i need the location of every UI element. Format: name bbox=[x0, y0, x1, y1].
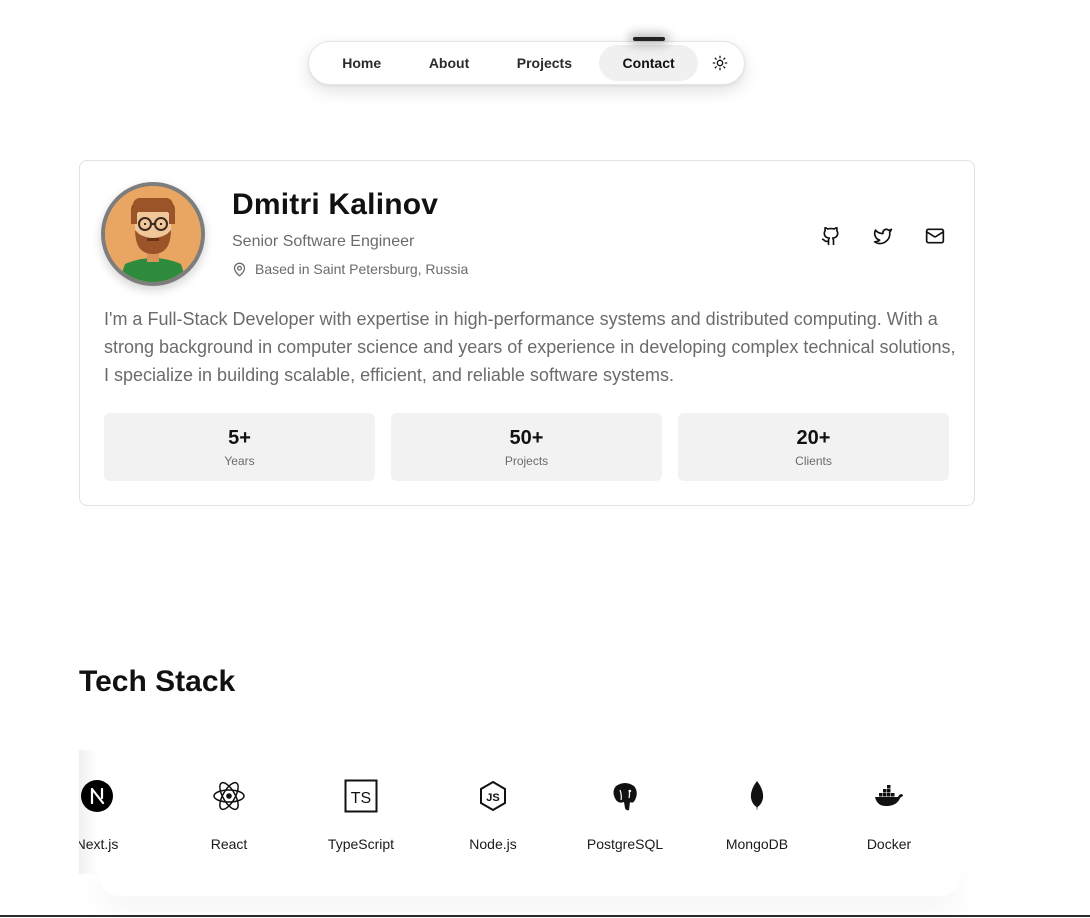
twitter-link[interactable] bbox=[866, 219, 900, 253]
tech-stack-marquee: Next.js React TS TypeScript JS Node.js P… bbox=[79, 750, 975, 874]
typescript-icon: TS bbox=[343, 778, 379, 814]
stat-label: Projects bbox=[504, 453, 549, 468]
profile-role: Senior Software Engineer bbox=[232, 233, 415, 250]
tech-item-nodejs: JS Node.js bbox=[427, 778, 559, 852]
svg-text:JS: JS bbox=[486, 792, 499, 804]
nav-about[interactable]: About bbox=[408, 45, 489, 81]
docker-icon bbox=[871, 778, 907, 814]
nav-contact[interactable]: Contact bbox=[598, 37, 699, 81]
main-nav: Home About Projects Contact bbox=[308, 37, 745, 85]
profile-name: Dmitri Kalinov bbox=[232, 188, 439, 221]
tech-item-nextjs: Next.js bbox=[79, 778, 163, 852]
active-indicator bbox=[632, 37, 665, 41]
github-icon bbox=[821, 226, 839, 246]
tech-stack-title: Tech Stack bbox=[79, 665, 236, 698]
postgresql-icon bbox=[607, 778, 643, 814]
nav-home[interactable]: Home bbox=[315, 45, 408, 81]
email-link[interactable] bbox=[918, 219, 952, 253]
profile-location: Based in Saint Petersburg, Russia bbox=[232, 261, 468, 277]
tech-label: MongoDB bbox=[725, 836, 789, 852]
tech-label: PostgreSQL bbox=[586, 836, 664, 852]
nextjs-icon bbox=[79, 778, 115, 814]
tech-item-mongodb: MongoDB bbox=[691, 778, 823, 852]
stat-value: 20+ bbox=[796, 426, 831, 449]
nav-projects-label: Projects bbox=[516, 55, 572, 71]
tech-item-postgresql: PostgreSQL bbox=[559, 778, 691, 852]
nav-about-label: About bbox=[428, 55, 470, 71]
profile-bio: I'm a Full-Stack Developer with expertis… bbox=[104, 309, 956, 385]
svg-text:TS: TS bbox=[351, 790, 371, 807]
nav-contact-label: Contact bbox=[622, 55, 675, 71]
react-icon bbox=[211, 778, 247, 814]
sun-icon bbox=[712, 55, 728, 71]
github-link[interactable] bbox=[814, 219, 848, 253]
stat-projects: 50+ Projects bbox=[391, 413, 662, 481]
stat-label: Years bbox=[224, 453, 255, 468]
stat-value: 5+ bbox=[228, 426, 251, 449]
nav-projects[interactable]: Projects bbox=[490, 45, 599, 81]
bottom-divider bbox=[0, 915, 1090, 917]
tech-item-docker: Docker bbox=[823, 778, 955, 852]
tech-label: Node.js bbox=[469, 836, 517, 852]
stat-label: Clients bbox=[795, 453, 832, 468]
tech-label: TypeScript bbox=[327, 836, 395, 852]
stat-years: 5+ Years bbox=[104, 413, 375, 481]
nodejs-icon: JS bbox=[475, 778, 511, 814]
tech-item-react: React bbox=[163, 778, 295, 852]
stat-value: 50+ bbox=[509, 426, 544, 449]
profile-card: Dmitri Kalinov Senior Software Engineer … bbox=[79, 160, 975, 506]
social-links bbox=[814, 219, 952, 253]
tech-label: Docker bbox=[866, 836, 912, 852]
twitter-icon bbox=[873, 228, 893, 245]
stats-row: 5+ Years 50+ Projects 20+ Clients bbox=[104, 413, 949, 481]
mail-icon bbox=[925, 228, 945, 244]
stat-clients: 20+ Clients bbox=[678, 413, 949, 481]
theme-toggle-button[interactable] bbox=[702, 45, 738, 81]
tech-label: Next.js bbox=[79, 836, 119, 852]
avatar-illustration bbox=[105, 186, 201, 282]
location-text: Based in Saint Petersburg, Russia bbox=[255, 261, 469, 277]
map-pin-icon bbox=[233, 262, 246, 276]
tech-item-typescript: TS TypeScript bbox=[295, 778, 427, 852]
nav-home-label: Home bbox=[342, 55, 382, 71]
mongodb-icon bbox=[739, 778, 775, 814]
tech-label: React bbox=[210, 836, 248, 852]
avatar bbox=[101, 182, 205, 286]
